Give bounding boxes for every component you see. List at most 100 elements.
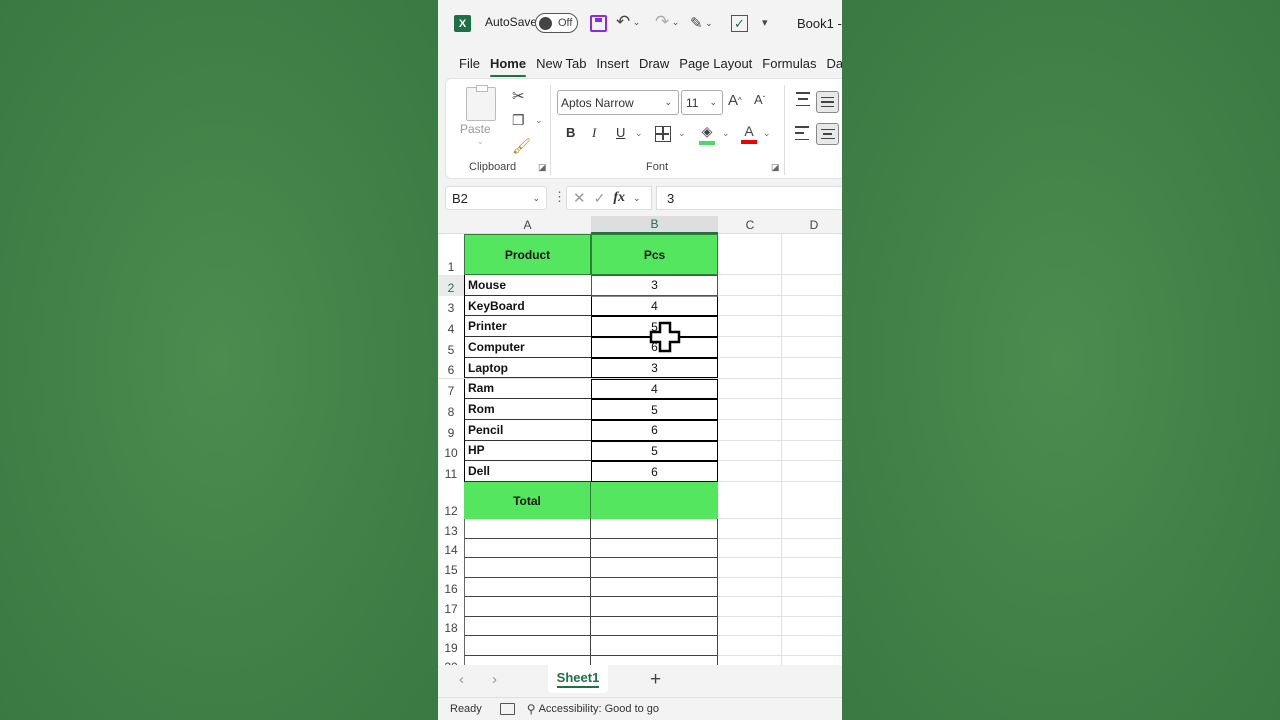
row-header[interactable]: 7	[438, 378, 464, 400]
prev-sheet-icon[interactable]: ‹	[459, 671, 464, 688]
tab-formulas[interactable]: Formulas	[762, 56, 816, 71]
row-header[interactable]: 17	[438, 597, 464, 617]
row-header[interactable]: 18	[438, 616, 464, 636]
pcs-cell[interactable]: 6	[591, 419, 718, 441]
row-header[interactable]: 8	[438, 399, 464, 420]
insert-function-icon[interactable]: fx	[613, 190, 625, 206]
paste-dropdown-icon[interactable]: ⌄	[477, 137, 484, 146]
autosave-toggle[interactable]: Off	[535, 13, 578, 33]
redo-icon[interactable]: ↷ ⌄	[655, 12, 679, 32]
row-header[interactable]: 4	[438, 316, 464, 338]
underline-dropdown-icon[interactable]: ⌄	[635, 128, 643, 139]
decrease-font-icon[interactable]: Aˇ	[754, 92, 765, 107]
tab-insert[interactable]: Insert	[596, 56, 629, 71]
draw-pens-icon[interactable]: ✎ ⌄	[690, 14, 713, 32]
cancel-icon[interactable]: ✕	[573, 189, 586, 207]
row-header[interactable]: 1	[438, 234, 464, 275]
checkbox-icon[interactable]: ✓	[731, 15, 748, 32]
align-left-icon[interactable]	[795, 126, 811, 140]
borders-dropdown-icon[interactable]: ⌄	[678, 128, 686, 139]
customize-toolbar-icon[interactable]: ▾	[762, 16, 768, 29]
tab-draw[interactable]: Draw	[639, 56, 669, 71]
empty-cell[interactable]	[591, 538, 718, 558]
product-cell[interactable]: Ram	[464, 378, 591, 400]
fill-dropdown-icon[interactable]: ⌄	[722, 128, 730, 139]
pcs-cell[interactable]: 5	[591, 399, 718, 420]
empty-cell[interactable]	[464, 558, 591, 578]
row-header[interactable]: 5	[438, 337, 464, 358]
total-value-cell[interactable]	[591, 482, 718, 519]
empty-cell[interactable]	[591, 616, 718, 636]
empty-cell[interactable]	[591, 597, 718, 617]
row-header[interactable]: 20	[438, 655, 464, 665]
function-dropdown-icon[interactable]: ⌄	[633, 193, 641, 204]
cut-icon[interactable]: ✂	[512, 87, 525, 105]
tab-page-layout[interactable]: Page Layout	[679, 56, 752, 71]
product-cell[interactable]: Dell	[464, 461, 591, 482]
column-header-b[interactable]: B	[591, 216, 718, 234]
row-header[interactable]: 11	[438, 461, 464, 482]
redo-dropdown-icon[interactable]: ⌄	[669, 17, 680, 28]
empty-cell[interactable]	[591, 558, 718, 578]
row-header[interactable]: 15	[438, 558, 464, 578]
row-header[interactable]: 13	[438, 519, 464, 539]
product-cell[interactable]: HP	[464, 440, 591, 462]
font-name-select[interactable]: Aptos Narrow ⌄	[557, 90, 679, 115]
select-all-corner[interactable]	[438, 216, 464, 234]
tab-data[interactable]: Da	[826, 56, 842, 71]
worksheet-grid[interactable]: A B C D 1234567891011121314151617181920P…	[438, 216, 842, 665]
header-cell-pcs[interactable]: Pcs	[591, 234, 718, 275]
accessibility-icon[interactable]: ⚲	[527, 702, 536, 716]
empty-cell[interactable]	[464, 616, 591, 636]
clipboard-launcher-icon[interactable]: ◪	[538, 162, 547, 173]
empty-cell[interactable]	[464, 577, 591, 597]
tab-new-tab[interactable]: New Tab	[536, 56, 586, 71]
underline-icon[interactable]: U	[616, 125, 625, 140]
font-launcher-icon[interactable]: ◪	[771, 162, 780, 173]
product-cell[interactable]: Rom	[464, 399, 591, 420]
italic-icon[interactable]: I	[592, 125, 596, 141]
pens-dropdown-icon[interactable]: ⌄	[703, 18, 713, 29]
empty-cell[interactable]	[464, 655, 591, 665]
empty-cell[interactable]	[464, 636, 591, 656]
empty-cell[interactable]	[591, 655, 718, 665]
pcs-cell[interactable]: 3	[591, 357, 718, 379]
selected-cell-b2[interactable]: 3	[591, 275, 718, 296]
format-painter-icon[interactable]: 🖌	[512, 137, 531, 155]
empty-cell[interactable]	[591, 519, 718, 539]
save-icon[interactable]	[590, 15, 607, 32]
column-header-a[interactable]: A	[464, 216, 591, 234]
more-options-icon[interactable]: ⋮	[553, 189, 566, 205]
copy-dropdown-icon[interactable]: ⌄	[535, 115, 543, 126]
row-header[interactable]: 14	[438, 538, 464, 558]
column-header-d[interactable]: D	[782, 216, 842, 234]
row-header[interactable]: 6	[438, 357, 464, 379]
sheet-tab-sheet1[interactable]: Sheet1	[548, 665, 608, 693]
product-cell[interactable]: Computer	[464, 337, 591, 358]
pcs-cell[interactable]: 6	[591, 461, 718, 482]
accessibility-status[interactable]: Accessibility: Good to go	[539, 703, 659, 715]
row-header[interactable]: 12	[438, 482, 464, 519]
row-header[interactable]: 3	[438, 295, 464, 317]
paste-label[interactable]: Paste	[460, 122, 491, 136]
fill-color-icon[interactable]: ◈	[699, 123, 715, 145]
empty-cell[interactable]	[591, 636, 718, 656]
align-middle-icon[interactable]	[816, 91, 839, 113]
enter-icon[interactable]: ✓	[594, 190, 606, 207]
product-cell[interactable]: Mouse	[464, 275, 591, 296]
undo-dropdown-icon[interactable]: ⌄	[630, 17, 641, 28]
total-label-cell[interactable]: Total	[464, 482, 591, 519]
empty-cell[interactable]	[591, 577, 718, 597]
product-cell[interactable]: Printer	[464, 316, 591, 338]
row-header[interactable]: 9	[438, 419, 464, 441]
tab-file[interactable]: File	[459, 56, 480, 71]
row-header[interactable]: 16	[438, 577, 464, 597]
formula-input[interactable]: 3	[656, 186, 842, 210]
pcs-cell[interactable]: 4	[591, 378, 718, 400]
paste-icon[interactable]	[466, 85, 496, 121]
align-top-icon[interactable]	[795, 92, 811, 106]
next-sheet-icon[interactable]: ›	[492, 671, 497, 688]
empty-cell[interactable]	[464, 597, 591, 617]
add-sheet-button[interactable]: +	[650, 669, 661, 691]
pcs-cell[interactable]: 5	[591, 440, 718, 462]
